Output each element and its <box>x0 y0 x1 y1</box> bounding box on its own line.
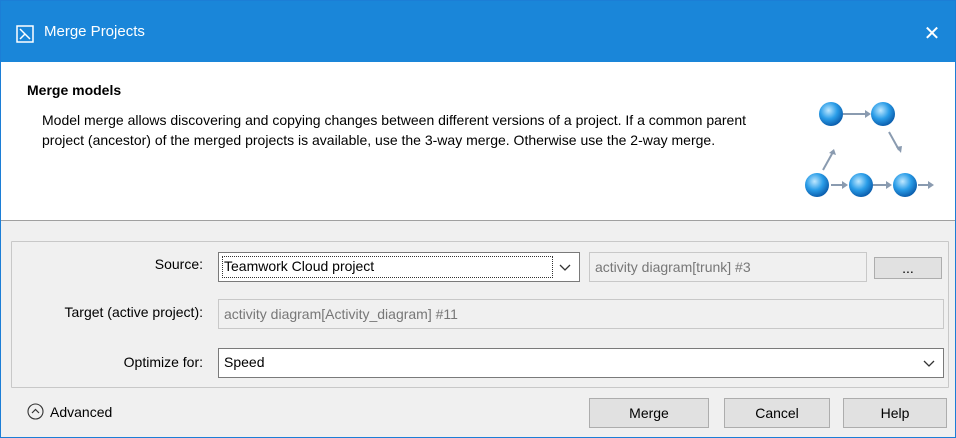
browse-label: ... <box>902 260 914 276</box>
source-project-value: activity diagram[trunk] #3 <box>595 259 751 275</box>
cancel-label: Cancel <box>755 405 799 421</box>
target-project-value: activity diagram[Activity_diagram] #11 <box>224 306 458 322</box>
optimize-value: Speed <box>224 354 265 370</box>
app-icon <box>16 25 34 43</box>
chevron-down-icon <box>559 264 571 271</box>
source-type-dropdown[interactable]: Teamwork Cloud project <box>218 252 580 282</box>
browse-button[interactable]: ... <box>874 257 942 279</box>
target-label: Target (active project): <box>64 304 204 320</box>
cancel-button[interactable]: Cancel <box>724 398 830 428</box>
merge-label: Merge <box>629 405 669 421</box>
help-button[interactable]: Help <box>843 398 947 428</box>
close-button[interactable]: ✕ <box>909 13 955 53</box>
help-label: Help <box>880 405 910 421</box>
close-icon: ✕ <box>923 22 941 45</box>
source-project-field: activity diagram[trunk] #3 <box>589 252 867 282</box>
merge-button[interactable]: Merge <box>589 398 709 428</box>
target-project-field: activity diagram[Activity_diagram] #11 <box>218 299 944 329</box>
optimize-label: Optimize for: <box>123 354 203 370</box>
header-description: Model merge allows discovering and copyi… <box>42 112 747 148</box>
source-type-value: Teamwork Cloud project <box>224 258 375 274</box>
title-bar[interactable]: Merge Projects ✕ <box>1 1 955 62</box>
merge-projects-dialog: Merge Projects ✕ Merge models Model merg… <box>0 0 956 438</box>
chevron-up-circle-icon <box>27 403 44 420</box>
advanced-label: Advanced <box>50 403 113 420</box>
merge-flow-icon <box>805 102 934 197</box>
optimize-dropdown[interactable]: Speed <box>218 348 944 378</box>
chevron-down-icon <box>923 360 935 367</box>
source-label: Source: <box>154 256 203 272</box>
advanced-toggle[interactable]: Advanced <box>27 403 112 420</box>
window-title: Merge Projects <box>44 23 145 40</box>
header-heading: Merge models <box>27 82 122 98</box>
dialog-header: Merge models Model merge allows discover… <box>1 62 955 221</box>
merge-options-panel: Source: Teamwork Cloud project activity … <box>11 241 949 388</box>
